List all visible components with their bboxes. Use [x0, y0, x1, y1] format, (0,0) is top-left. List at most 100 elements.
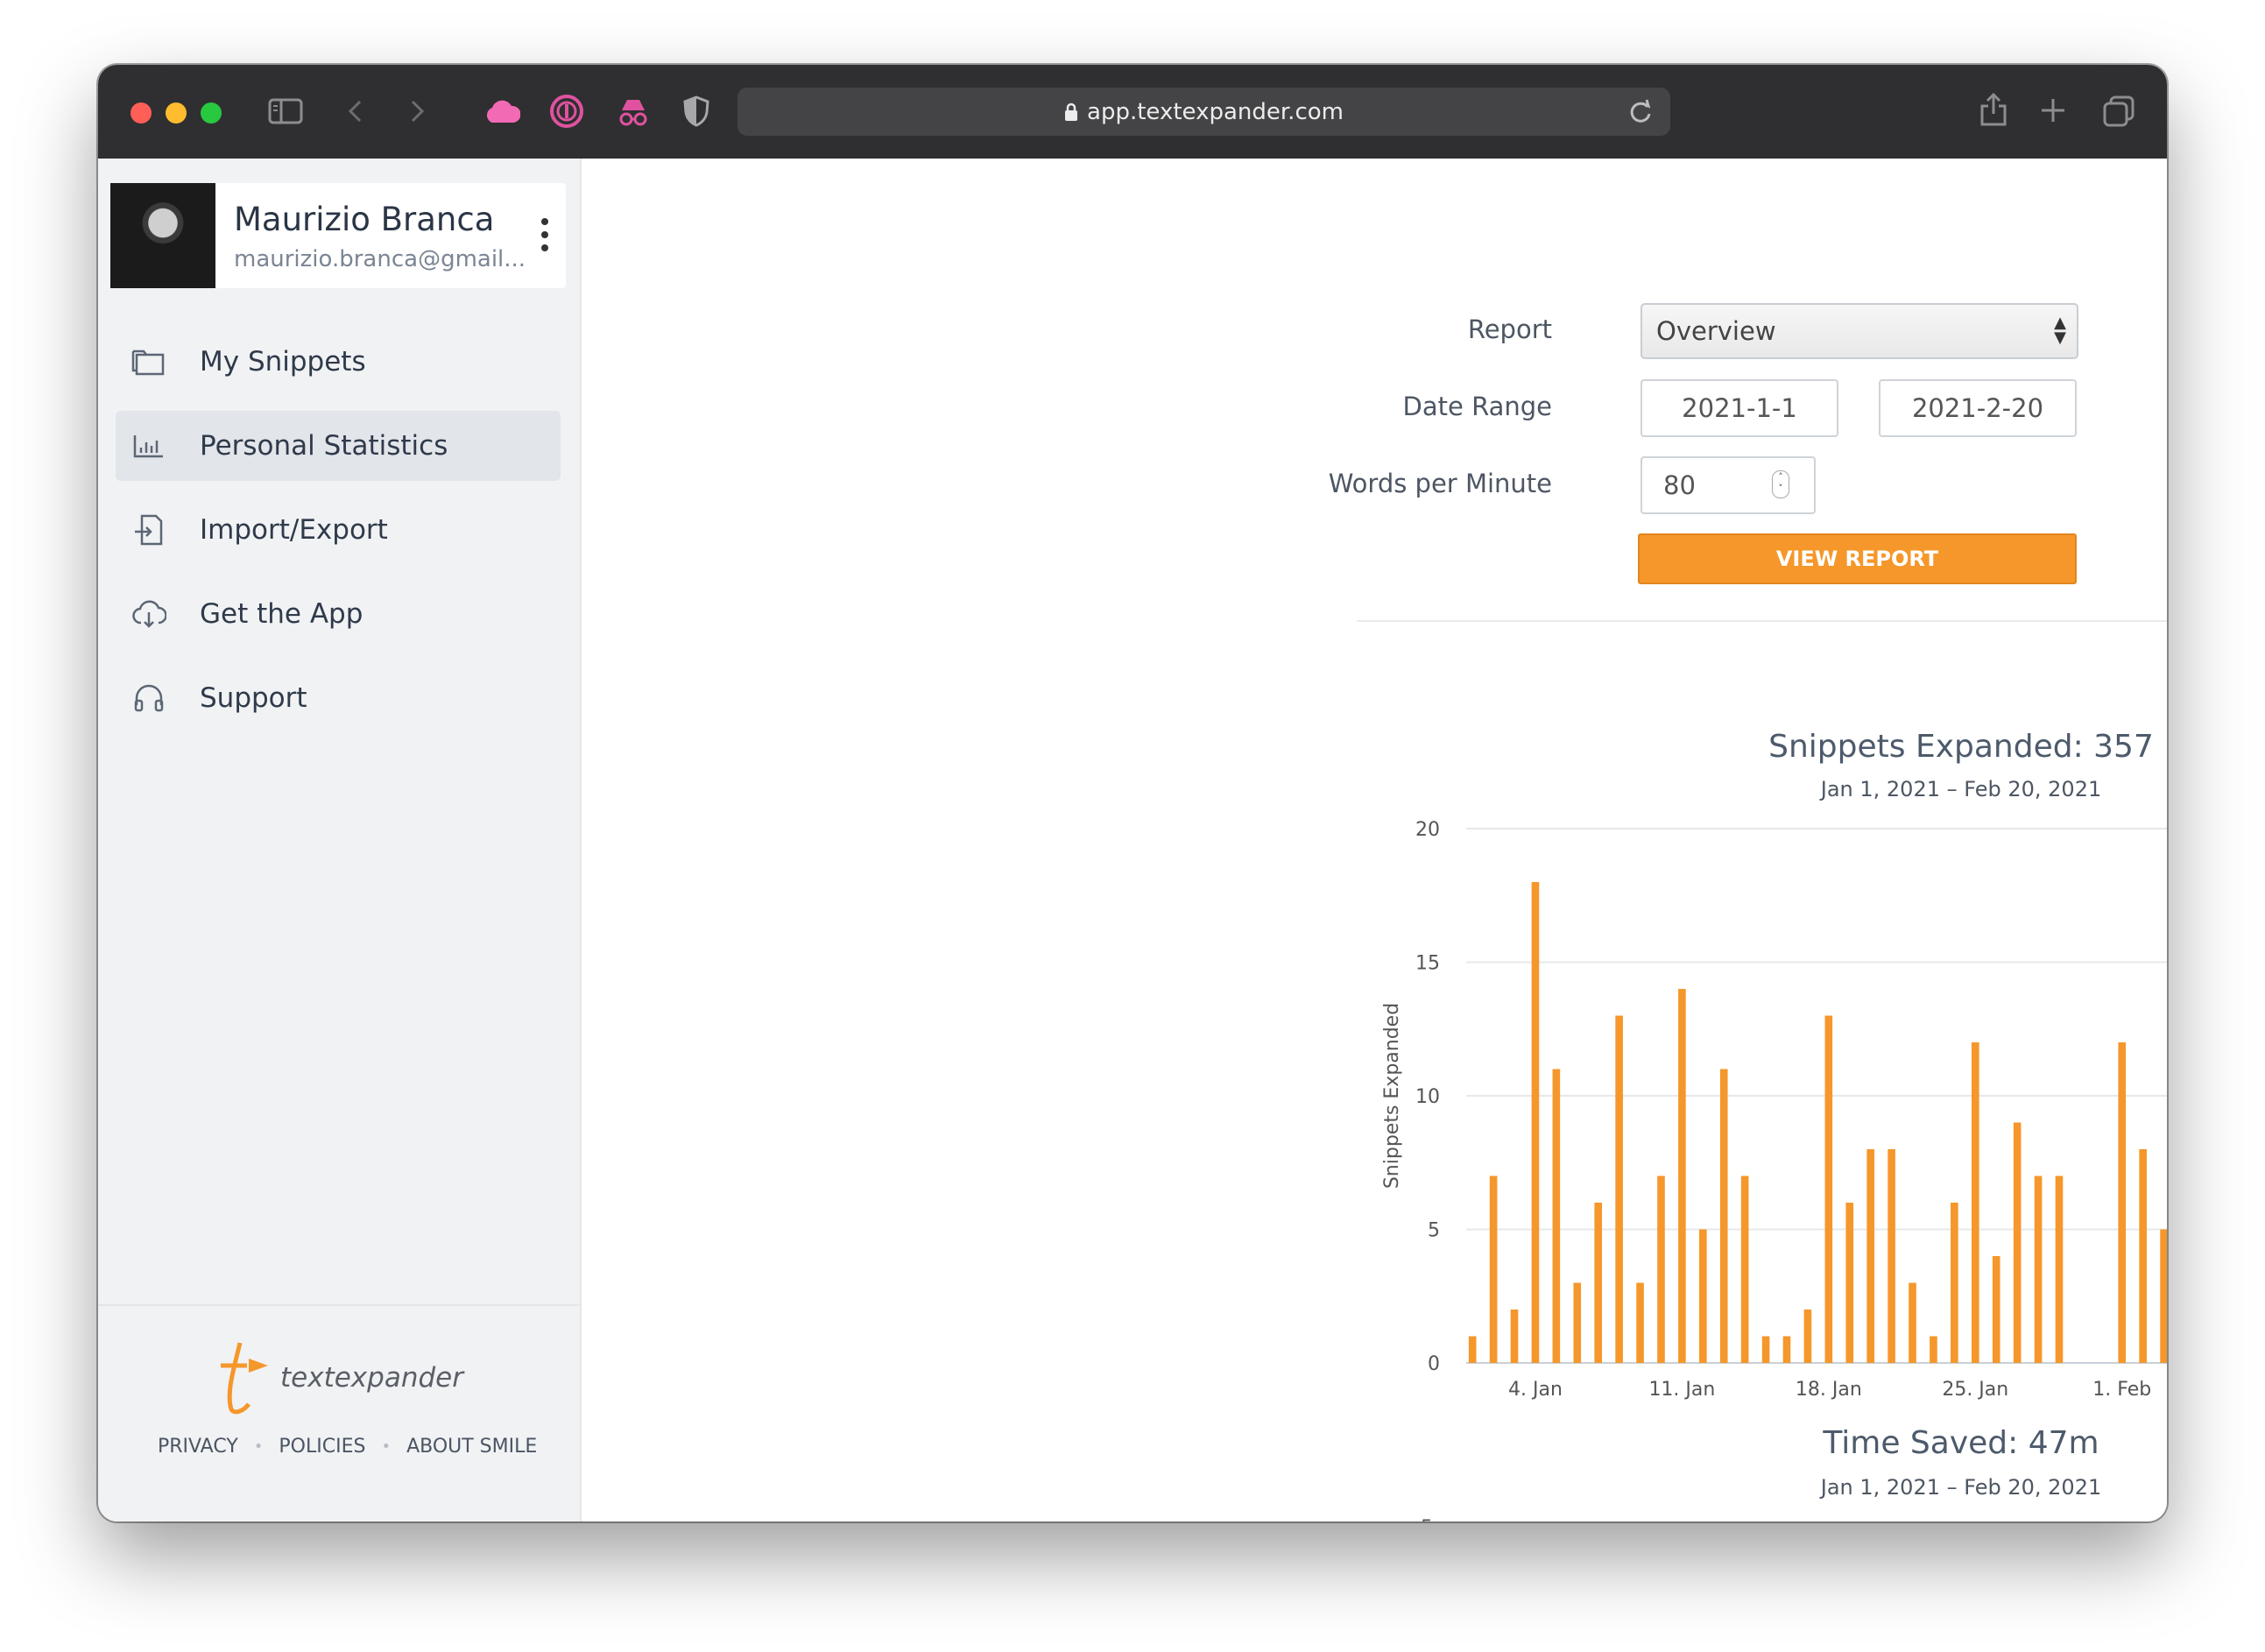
bar [1782, 1336, 1791, 1363]
bar [1594, 1203, 1603, 1363]
bar [1615, 1015, 1623, 1363]
forward-arrow-icon[interactable] [406, 98, 427, 124]
view-report-button[interactable]: VIEW REPORT [1638, 533, 2077, 584]
lock-icon [1065, 102, 1078, 121]
bar [1573, 1282, 1582, 1363]
chart-title: Snippets Expanded: 357 [1768, 729, 2154, 765]
bar [2139, 1149, 2147, 1363]
sidebar-nav: My Snippets Personal Statistics Import/E… [116, 327, 561, 747]
shield-icon[interactable] [682, 95, 710, 128]
bar [1909, 1282, 1916, 1363]
bar [1761, 1336, 1770, 1363]
share-icon[interactable] [1978, 91, 2009, 128]
chart-subtitle: Jan 1, 2021 – Feb 20, 2021 [1819, 1475, 2101, 1500]
sidebar-item-personal-statistics[interactable]: Personal Statistics [116, 411, 561, 481]
bar [1489, 1175, 1498, 1363]
cloud-download-icon [132, 600, 166, 628]
bar [2034, 1175, 2043, 1363]
x-tick-label: 1. Feb [2092, 1379, 2151, 1401]
cloud-extension-icon[interactable] [483, 98, 520, 124]
policies-link[interactable]: POLICIES [279, 1436, 365, 1458]
y-tick-label: 0 [1428, 1353, 1440, 1375]
user-email: maurizio.branca@gmail... [234, 246, 526, 272]
sidebar-item-label: Support [200, 682, 307, 714]
x-tick-label: 18. Jan [1796, 1379, 1862, 1401]
report-select[interactable]: Overview ▲ ▼ [1641, 303, 2078, 359]
new-tab-icon[interactable] [2039, 96, 2067, 124]
select-arrows-icon: ▲ ▼ [2054, 314, 2066, 347]
number-stepper-icon[interactable]: ˄ ˅ [1772, 470, 1789, 498]
bar [1888, 1149, 1895, 1363]
tab-overview-icon[interactable] [2102, 95, 2135, 128]
time-saved-chart: Time Saved: 47m Jan 1, 2021 – Feb 20, 202… [1421, 1425, 2101, 1521]
privacy-link[interactable]: PRIVACY [158, 1436, 238, 1458]
bar [2118, 1042, 2127, 1363]
x-tick-label: 4. Jan [1508, 1379, 1563, 1401]
incognito-extension-icon[interactable] [615, 95, 652, 130]
snippets-expanded-chart: Snippets Expanded: 357 Jan 1, 2021 – Feb … [1381, 729, 2167, 1401]
sidebar-item-support[interactable]: Support [116, 663, 561, 733]
sidebar-item-label: My Snippets [200, 346, 366, 378]
password-manager-icon[interactable] [549, 94, 584, 129]
bar [1678, 989, 1686, 1363]
browser-toolbar: app.textexpander.com [98, 65, 2167, 159]
url-text: app.textexpander.com [1087, 98, 1344, 125]
bar [2013, 1122, 2022, 1363]
bar [1510, 1310, 1519, 1363]
brand-name: textexpander [280, 1362, 463, 1394]
user-name: Maurizio Branca [234, 201, 495, 238]
close-window-button[interactable] [131, 102, 152, 124]
date-range-label: Date Range [1402, 392, 1552, 421]
sidebar-item-label: Import/Export [200, 514, 388, 546]
y-axis-label: Snippets Expanded [1381, 1003, 1403, 1189]
bar [1824, 1015, 1833, 1363]
headphones-icon [134, 684, 164, 712]
date-to-input[interactable]: 2021-2-20 [1879, 379, 2077, 437]
bar [1992, 1256, 2000, 1363]
zoom-window-button[interactable] [201, 102, 222, 124]
y-tick-label: 5 [1421, 1517, 1433, 1521]
back-arrow-icon[interactable] [345, 98, 366, 124]
chart-subtitle: Jan 1, 2021 – Feb 20, 2021 [1819, 777, 2101, 801]
wpm-input[interactable]: 80 ˄ ˅ [1641, 456, 1816, 514]
sidebar-item-label: Personal Statistics [200, 430, 448, 462]
bar [1951, 1203, 1958, 1363]
about-smile-link[interactable]: ABOUT SMILE [406, 1436, 537, 1458]
address-bar[interactable]: app.textexpander.com [737, 88, 1670, 136]
report-select-value: Overview [1656, 316, 1776, 346]
reload-icon[interactable] [1626, 96, 1655, 126]
bar [1657, 1175, 1665, 1363]
sidebar-item-label: Get the App [200, 598, 363, 630]
bar [1468, 1336, 1477, 1363]
wpm-label: Words per Minute [1328, 469, 1552, 498]
bar [2160, 1229, 2167, 1363]
sidebar-item-get-the-app[interactable]: Get the App [116, 579, 561, 649]
folder-icon [131, 349, 165, 376]
report-label: Report [1467, 314, 1552, 344]
textexpander-logo: textexpander [214, 1339, 476, 1418]
user-card: Maurizio Branca maurizio.branca@gmail... [110, 183, 566, 288]
y-tick-label: 5 [1428, 1220, 1440, 1242]
chart-title: Time Saved: 47m [1822, 1425, 2099, 1461]
bar [1930, 1336, 1937, 1363]
bar-chart-icon [133, 435, 163, 458]
bar [1803, 1310, 1812, 1363]
textexpander-logo-icon [221, 1342, 268, 1415]
bar [1699, 1229, 1707, 1363]
bar [1845, 1203, 1854, 1363]
bar [1531, 882, 1540, 1363]
sidebar-toggle-icon[interactable] [268, 97, 303, 125]
y-tick-label: 10 [1415, 1086, 1440, 1108]
separator-dot: • [381, 1437, 392, 1456]
separator-dot: • [253, 1437, 264, 1456]
more-options-icon[interactable] [541, 218, 550, 258]
sidebar-item-import-export[interactable]: Import/Export [116, 495, 561, 565]
x-tick-label: 25. Jan [1942, 1379, 2008, 1401]
footer-links: PRIVACY • POLICIES • ABOUT SMILE [158, 1436, 537, 1458]
date-from-input[interactable]: 2021-1-1 [1641, 379, 1838, 437]
bar [1971, 1042, 1979, 1363]
minimize-window-button[interactable] [166, 102, 187, 124]
import-export-icon [135, 514, 163, 546]
sidebar-item-my-snippets[interactable]: My Snippets [116, 327, 561, 397]
wpm-value: 80 [1663, 470, 1696, 500]
